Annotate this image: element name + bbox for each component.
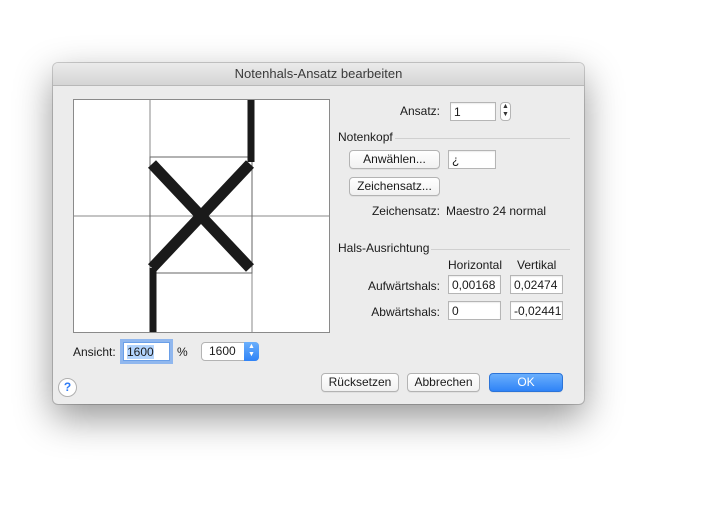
window-title: Notenhals-Ansatz bearbeiten [53, 63, 584, 86]
zoom-field-value: 1600 [127, 345, 154, 359]
up-stem-horizontal-field[interactable]: 0,00168 [448, 275, 501, 294]
zoom-popup[interactable]: 1600 ▲ ▼ [201, 342, 259, 361]
hals-section-title: Hals-Ausrichtung [338, 241, 430, 255]
down-stem-label: Abwärtshals: [371, 305, 440, 319]
ansatz-field[interactable]: 1 [450, 102, 496, 121]
down-stem-vertical-field[interactable]: -0,02441 [510, 301, 563, 320]
cancel-button[interactable]: Abbrechen [407, 373, 480, 392]
notenkopf-section-title: Notenkopf [338, 130, 393, 144]
stepper-icon[interactable]: ▲ ▼ [500, 102, 511, 121]
zoom-popup-value: 1600 [209, 344, 236, 358]
preview-drawing [74, 100, 329, 332]
zoom-unit: % [177, 345, 188, 359]
up-stem-vertical-field[interactable]: 0,02474 [510, 275, 563, 294]
column-horizontal-header: Horizontal [448, 258, 503, 272]
ok-button[interactable]: OK [489, 373, 563, 392]
chevron-updown-icon: ▲ ▼ [244, 342, 259, 361]
font-button[interactable]: Zeichensatz... [349, 177, 440, 196]
column-vertical-header: Vertikal [517, 258, 557, 272]
ansatz-label: Ansatz: [399, 104, 440, 118]
notenkopf-separator [395, 138, 570, 139]
notehead-preview[interactable] [73, 99, 330, 333]
view-label: Ansicht: [73, 345, 116, 359]
font-value: Maestro 24 normal [446, 204, 547, 218]
select-notehead-button[interactable]: Anwählen... [349, 150, 440, 169]
up-stem-label: Aufwärtshals: [367, 279, 440, 293]
font-label: Zeichensatz: [371, 204, 440, 218]
help-icon[interactable]: ? [58, 378, 77, 397]
edit-stem-attachment-dialog: Notenhals-Ansatz bearbeiten Ansatz: 1 ▲ ▼… [53, 63, 584, 404]
hals-separator [431, 249, 570, 250]
reset-button[interactable]: Rücksetzen [321, 373, 399, 392]
notehead-symbol-field[interactable]: ¿ [448, 150, 496, 169]
down-stem-horizontal-field[interactable]: 0 [448, 301, 501, 320]
zoom-field[interactable]: 1600 [123, 342, 170, 361]
